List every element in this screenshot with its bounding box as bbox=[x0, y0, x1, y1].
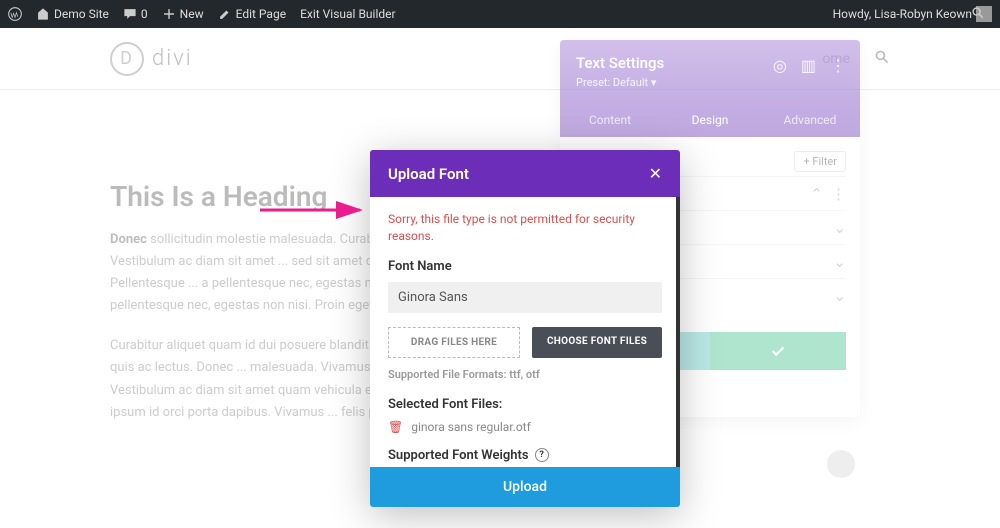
exit-visual-builder[interactable]: Exit Visual Builder bbox=[300, 7, 396, 21]
search-icon[interactable] bbox=[971, 6, 985, 20]
filter-button[interactable]: + Filter bbox=[794, 151, 846, 172]
new-content[interactable]: New bbox=[162, 7, 204, 21]
close-icon[interactable]: ✕ bbox=[649, 164, 662, 183]
error-message: Sorry, this file type is not permitted f… bbox=[388, 211, 662, 245]
selected-file-row: 🗑 ginora sans regular.otf bbox=[388, 420, 662, 434]
wp-logo[interactable] bbox=[8, 7, 22, 21]
divi-logo[interactable]: D divi bbox=[110, 42, 193, 76]
selected-file-name: ginora sans regular.otf bbox=[411, 420, 531, 434]
font-name-label: Font Name bbox=[388, 259, 662, 274]
upload-button[interactable]: Upload bbox=[370, 467, 680, 507]
supported-formats: Supported File Formats: ttf, otf bbox=[388, 368, 662, 381]
font-name-input[interactable] bbox=[388, 282, 662, 313]
comments[interactable]: 0 bbox=[123, 7, 148, 21]
chevron-down-icon: ⌄ bbox=[833, 219, 846, 237]
site-name[interactable]: Demo Site bbox=[36, 7, 109, 21]
modal-title: Upload Font bbox=[388, 165, 469, 183]
selected-files-label: Selected Font Files: bbox=[388, 397, 662, 412]
chevron-down-icon: ⌄ bbox=[833, 287, 846, 305]
settings-header: Text Settings Preset: Default ▾ ◎ ▥ ⋮ bbox=[560, 40, 860, 103]
edit-page[interactable]: Edit Page bbox=[218, 7, 286, 21]
columns-icon[interactable]: ▥ bbox=[801, 56, 816, 75]
user-greeting[interactable]: Howdy, Lisa-Robyn Keown bbox=[833, 6, 992, 22]
wp-admin-bar: Demo Site 0 New Edit Page Exit Visual Bu… bbox=[0, 0, 1000, 28]
tab-advanced[interactable]: Advanced bbox=[760, 103, 860, 137]
annotation-arrow bbox=[260, 200, 370, 224]
save-button[interactable] bbox=[710, 332, 846, 370]
tab-design[interactable]: Design bbox=[660, 103, 760, 137]
more-icon[interactable]: ⋮ bbox=[830, 56, 846, 75]
chevron-down-icon: ⌄ bbox=[833, 253, 846, 271]
drag-files-button[interactable]: DRAG FILES HERE bbox=[388, 327, 520, 358]
tab-content[interactable]: Content bbox=[560, 103, 660, 137]
help-icon[interactable]: ? bbox=[535, 448, 549, 462]
settings-preset[interactable]: Preset: Default ▾ bbox=[576, 76, 844, 89]
target-icon[interactable]: ◎ bbox=[773, 56, 787, 75]
upload-font-modal: Upload Font ✕ Sorry, this file type is n… bbox=[370, 150, 680, 507]
logo-icon: D bbox=[110, 42, 144, 76]
edit-handle[interactable] bbox=[827, 450, 855, 478]
font-weights-label: Supported Font Weights ? bbox=[388, 448, 662, 463]
modal-header: Upload Font ✕ bbox=[370, 150, 680, 197]
settings-tabs: Content Design Advanced bbox=[560, 103, 860, 137]
header-search-icon[interactable] bbox=[874, 49, 890, 69]
logo-text: divi bbox=[152, 46, 193, 71]
choose-files-button[interactable]: CHOOSE FONT FILES bbox=[532, 327, 662, 358]
trash-icon[interactable]: 🗑 bbox=[388, 420, 403, 434]
